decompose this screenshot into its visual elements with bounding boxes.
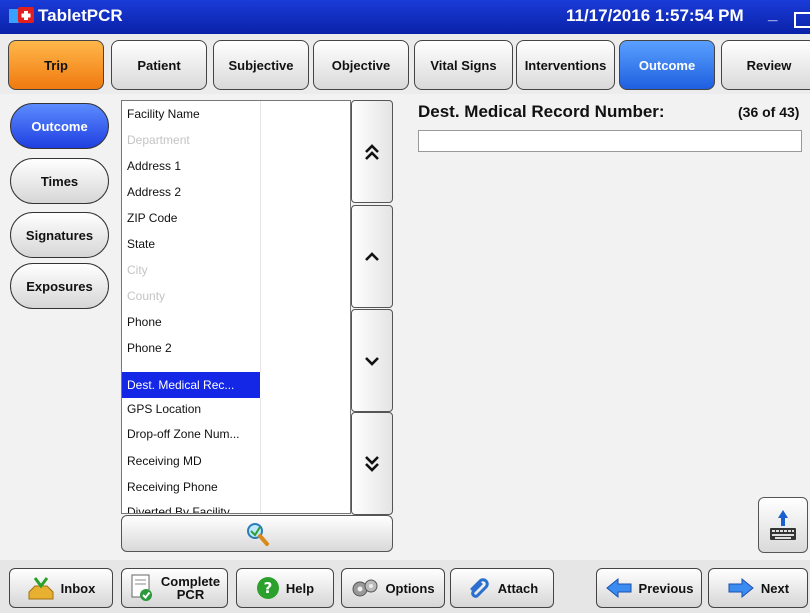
page-up-button[interactable] [351,100,393,203]
page-down-button[interactable] [351,412,393,515]
tab-bar: Trip Patient Subjective Objective Vital … [0,34,810,94]
arrow-right-icon [728,577,754,599]
list-item[interactable]: Receiving MD [122,448,350,474]
tab-subjective[interactable]: Subjective [213,40,309,90]
complete-pcr-button[interactable]: Complete PCR [121,568,228,608]
list-item[interactable]: Address 1 [122,153,350,179]
previous-button[interactable]: Previous [596,568,702,608]
keyboard-icon [770,510,796,540]
list-item[interactable]: Address 2 [122,179,350,205]
bottom-toolbar: Inbox Complete PCR ? Help Options Attach … [0,560,810,613]
list-item: City [127,263,148,277]
next-button[interactable]: Next [708,568,808,608]
options-button[interactable]: Options [341,568,445,608]
sidebar-item-outcome[interactable]: Outcome [10,103,109,149]
inbox-icon [28,577,54,600]
next-label: Next [760,580,790,596]
datetime-display: 11/17/2016 1:57:54 PM [566,6,744,25]
tab-review[interactable]: Review [721,40,810,90]
tab-patient[interactable]: Patient [111,40,207,90]
complete-pcr-label-line2: PCR [176,587,205,602]
double-chevron-down-icon [365,455,379,472]
gears-icon [352,579,378,597]
arrow-left-icon [605,577,632,599]
maximize-button[interactable] [794,12,810,28]
document-check-icon [131,574,152,601]
app-title: TabletPCR [38,6,123,25]
options-label: Options [385,580,435,596]
list-item[interactable]: Receiving Phone [122,474,350,500]
list-item[interactable]: Phone 2 [122,335,350,361]
search-icon [247,522,269,546]
attach-button[interactable]: Attach [450,568,554,608]
help-button[interactable]: ? Help [236,568,334,608]
field-position-counter: (36 of 43) [738,104,800,120]
previous-label: Previous [638,580,694,596]
field-list[interactable]: Facility Name Department Address 1 Addre… [121,100,351,514]
keyboard-button[interactable] [758,497,808,553]
tab-interventions[interactable]: Interventions [516,40,615,90]
dest-medical-record-number-input[interactable] [418,130,802,152]
scroll-up-button[interactable] [351,205,393,308]
list-item[interactable]: ZIP Code [122,205,350,231]
attach-label: Attach [497,580,539,596]
sidebar-item-exposures[interactable]: Exposures [10,263,109,309]
list-item[interactable]: Facility Name [122,101,350,127]
scroll-down-button[interactable] [351,309,393,412]
list-item[interactable]: State [122,231,350,257]
help-icon: ? [256,577,279,599]
tab-objective[interactable]: Objective [313,40,409,90]
paperclip-icon [470,578,489,598]
list-item[interactable]: Diverted By Facility [122,499,350,513]
list-item: Department [127,133,190,147]
chevron-up-icon [365,251,379,261]
field-title: Dest. Medical Record Number: [418,102,665,121]
svg-text:?: ? [264,579,273,597]
list-item-selected[interactable]: Dest. Medical Rec... [122,372,350,398]
chevron-down-icon [365,356,379,366]
inbox-button[interactable]: Inbox [9,568,113,608]
tab-vital-signs[interactable]: Vital Signs [414,40,513,90]
app-logo-icon [9,7,34,23]
list-item[interactable]: Phone [122,309,350,335]
list-item[interactable]: GPS Location [122,396,350,422]
tab-trip[interactable]: Trip [8,40,104,90]
search-button[interactable] [121,515,393,552]
list-item[interactable]: Drop-off Zone Num... [122,421,350,447]
sidebar-item-times[interactable]: Times [10,158,109,204]
help-label: Help [285,580,315,596]
double-chevron-up-icon [365,143,379,160]
inbox-label: Inbox [60,580,96,596]
sidebar-item-signatures[interactable]: Signatures [10,212,109,258]
complete-pcr-label: Complete PCR [161,575,220,601]
list-item: County [127,289,166,303]
title-bar: TabletPCR 11/17/2016 1:57:54 PM _ [0,0,810,34]
minimize-button[interactable]: _ [768,4,777,24]
tab-outcome[interactable]: Outcome [619,40,715,90]
